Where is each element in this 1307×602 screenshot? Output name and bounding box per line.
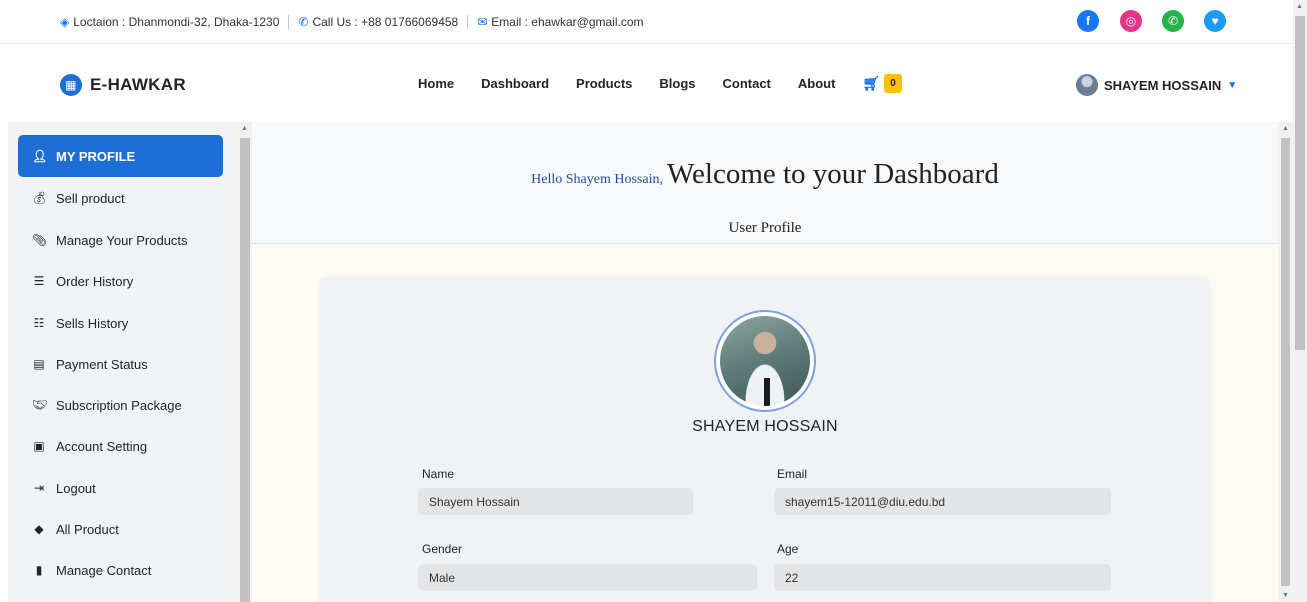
nav-home[interactable]: Home — [418, 76, 454, 91]
gender-field[interactable]: Male — [418, 564, 757, 591]
nav-links: Home Dashboard Products Blogs Contact Ab… — [418, 74, 902, 93]
user-icon: 👤︎ — [32, 149, 48, 163]
twitter-icon[interactable]: ♥ — [1204, 10, 1226, 32]
nav-contact[interactable]: Contact — [723, 76, 771, 91]
handshake-icon: 🤝︎ — [32, 398, 48, 412]
logout-icon: ⇥ — [33, 481, 45, 495]
sidebar-item-manage-contact[interactable]: ▮ Manage Contact — [18, 549, 223, 591]
sidebar-item-my-profile[interactable]: 👤︎ MY PROFILE — [18, 135, 223, 177]
main-content: Hello Shayem Hossain, Welcome to your Da… — [252, 122, 1278, 602]
email-text: Email : ehawkar@gmail.com — [491, 15, 644, 29]
sidebar-item-label: Sells History — [56, 315, 129, 331]
name-field[interactable]: Shayem Hossain — [418, 488, 693, 515]
sidebar-item-label: Subscription Package — [56, 397, 182, 413]
email-label: Email — [777, 467, 808, 481]
list-ordered-icon: ☷ — [33, 316, 45, 330]
navbar: ▦ E-HAWKAR Home Dashboard Products Blogs… — [0, 44, 1293, 122]
scroll-up-icon[interactable]: ▲ — [241, 125, 248, 132]
location-icon: ◈ — [60, 15, 70, 29]
id-card-icon: ▣ — [33, 439, 45, 453]
email-info: ✉ Email : ehawkar@gmail.com — [468, 15, 652, 29]
main-scroll-thumb[interactable] — [1281, 138, 1290, 586]
contact-book-icon: ▮ — [35, 563, 43, 577]
scroll-down-icon[interactable]: ▼ — [1282, 592, 1289, 599]
sidebar-item-logout[interactable]: ⇥ Logout — [18, 467, 223, 509]
welcome-line: Hello Shayem Hossain, Welcome to your Da… — [252, 158, 1278, 191]
list-check-icon: ☰ — [33, 274, 45, 288]
profile-avatar — [714, 310, 816, 412]
brand-logo[interactable]: ▦ E-HAWKAR — [60, 74, 186, 96]
cart-count-badge: 0 — [884, 74, 902, 93]
sidebar-item-label: Manage Your Products — [56, 232, 188, 248]
sidebar-item-label: Logout — [56, 480, 96, 496]
sidebar: 👤︎ MY PROFILE 💰︎ Sell product 📎︎ Manage … — [8, 122, 238, 602]
nav-products[interactable]: Products — [576, 76, 632, 91]
welcome-header: Hello Shayem Hossain, Welcome to your Da… — [252, 122, 1278, 244]
sidebar-item-account-setting[interactable]: ▣ Account Setting — [18, 425, 223, 467]
chevron-down-icon: ▼ — [1227, 79, 1238, 91]
nav-dashboard[interactable]: Dashboard — [481, 76, 549, 91]
invoice-icon: ▤ — [33, 357, 45, 371]
section-title: User Profile — [728, 220, 802, 236]
cart-button[interactable]: 🛒︎ 0 — [862, 74, 902, 93]
facebook-icon[interactable]: f — [1077, 10, 1099, 32]
hello-text: Hello Shayem Hossain, — [531, 172, 663, 187]
brand-name: E-HAWKAR — [90, 75, 186, 94]
email-field[interactable]: shayem15-12011@diu.edu.bd — [774, 488, 1111, 515]
layers-icon: ◆ — [34, 522, 44, 536]
location-info: ◈ Loctaion : Dhanmondi-32, Dhaka-1230 — [60, 15, 288, 29]
sidebar-item-all-product[interactable]: ◆ All Product — [18, 508, 223, 550]
sidebar-item-label: All Product — [56, 521, 119, 537]
sidebar-item-payment-status[interactable]: ▤ Payment Status — [18, 343, 223, 385]
page-scroll-thumb[interactable] — [1295, 16, 1305, 350]
scroll-up-icon[interactable]: ▲ — [1282, 125, 1289, 132]
money-bag-icon: 💰︎ — [32, 191, 48, 205]
sidebar-item-label: Sell product — [56, 190, 125, 206]
sidebar-item-label: Payment Status — [56, 356, 148, 372]
contact-info: ◈ Loctaion : Dhanmondi-32, Dhaka-1230 ✆ … — [60, 0, 653, 44]
sidebar-scrollbar[interactable]: ▲ — [238, 122, 252, 602]
age-label: Age — [777, 542, 799, 556]
sidebar-item-sells-history[interactable]: ☷ Sells History — [18, 302, 223, 344]
envelope-icon: ✉ — [477, 15, 488, 29]
user-menu[interactable]: SHAYEM HOSSAIN ▼ — [1076, 74, 1237, 96]
whatsapp-icon[interactable]: ✆ — [1162, 10, 1184, 32]
shopping-bag-icon: ▦ — [60, 74, 82, 96]
profile-name: SHAYEM HOSSAIN — [692, 418, 838, 435]
sidebar-scroll-thumb[interactable] — [240, 138, 250, 602]
page-title: Welcome to your Dashboard — [666, 158, 999, 190]
nav-about[interactable]: About — [798, 76, 836, 91]
sidebar-item-sell-product[interactable]: 💰︎ Sell product — [18, 177, 223, 219]
instagram-icon[interactable]: ◎ — [1120, 10, 1142, 32]
main-scrollbar[interactable]: ▲ ▼ — [1278, 122, 1293, 602]
paperclip-icon: 📎︎ — [32, 233, 48, 247]
profile-photo — [720, 316, 810, 406]
scroll-up-icon[interactable]: ▲ — [1296, 3, 1303, 10]
user-name: SHAYEM HOSSAIN — [1104, 77, 1222, 93]
profile-card: SHAYEM HOSSAIN Name Shayem Hossain Email… — [320, 278, 1210, 602]
sidebar-item-manage-products[interactable]: 📎︎ Manage Your Products — [18, 219, 223, 261]
age-field[interactable]: 22 — [774, 564, 1111, 591]
location-text: Loctaion : Dhanmondi-32, Dhaka-1230 — [73, 15, 280, 29]
phone-text: Call Us : +88 01766069458 — [312, 15, 459, 29]
top-info-bar: ◈ Loctaion : Dhanmondi-32, Dhaka-1230 ✆ … — [0, 0, 1293, 44]
sidebar-item-order-history[interactable]: ☰ Order History — [18, 260, 223, 302]
nav-blogs[interactable]: Blogs — [659, 76, 695, 91]
sidebar-item-label: Account Setting — [56, 438, 148, 454]
phone-icon: ✆ — [298, 15, 309, 29]
name-label: Name — [422, 467, 455, 481]
sidebar-item-label: MY PROFILE — [56, 148, 136, 164]
sidebar-item-label: Manage Contact — [56, 562, 152, 578]
gender-label: Gender — [422, 542, 463, 556]
page-scrollbar[interactable]: ▲ — [1293, 0, 1307, 602]
sidebar-item-label: Order History — [56, 273, 134, 289]
avatar — [1076, 74, 1098, 96]
cart-icon: 🛒︎ — [862, 75, 881, 91]
phone-info: ✆ Call Us : +88 01766069458 — [289, 15, 467, 29]
sidebar-item-subscription-package[interactable]: 🤝︎ Subscription Package — [18, 384, 223, 426]
